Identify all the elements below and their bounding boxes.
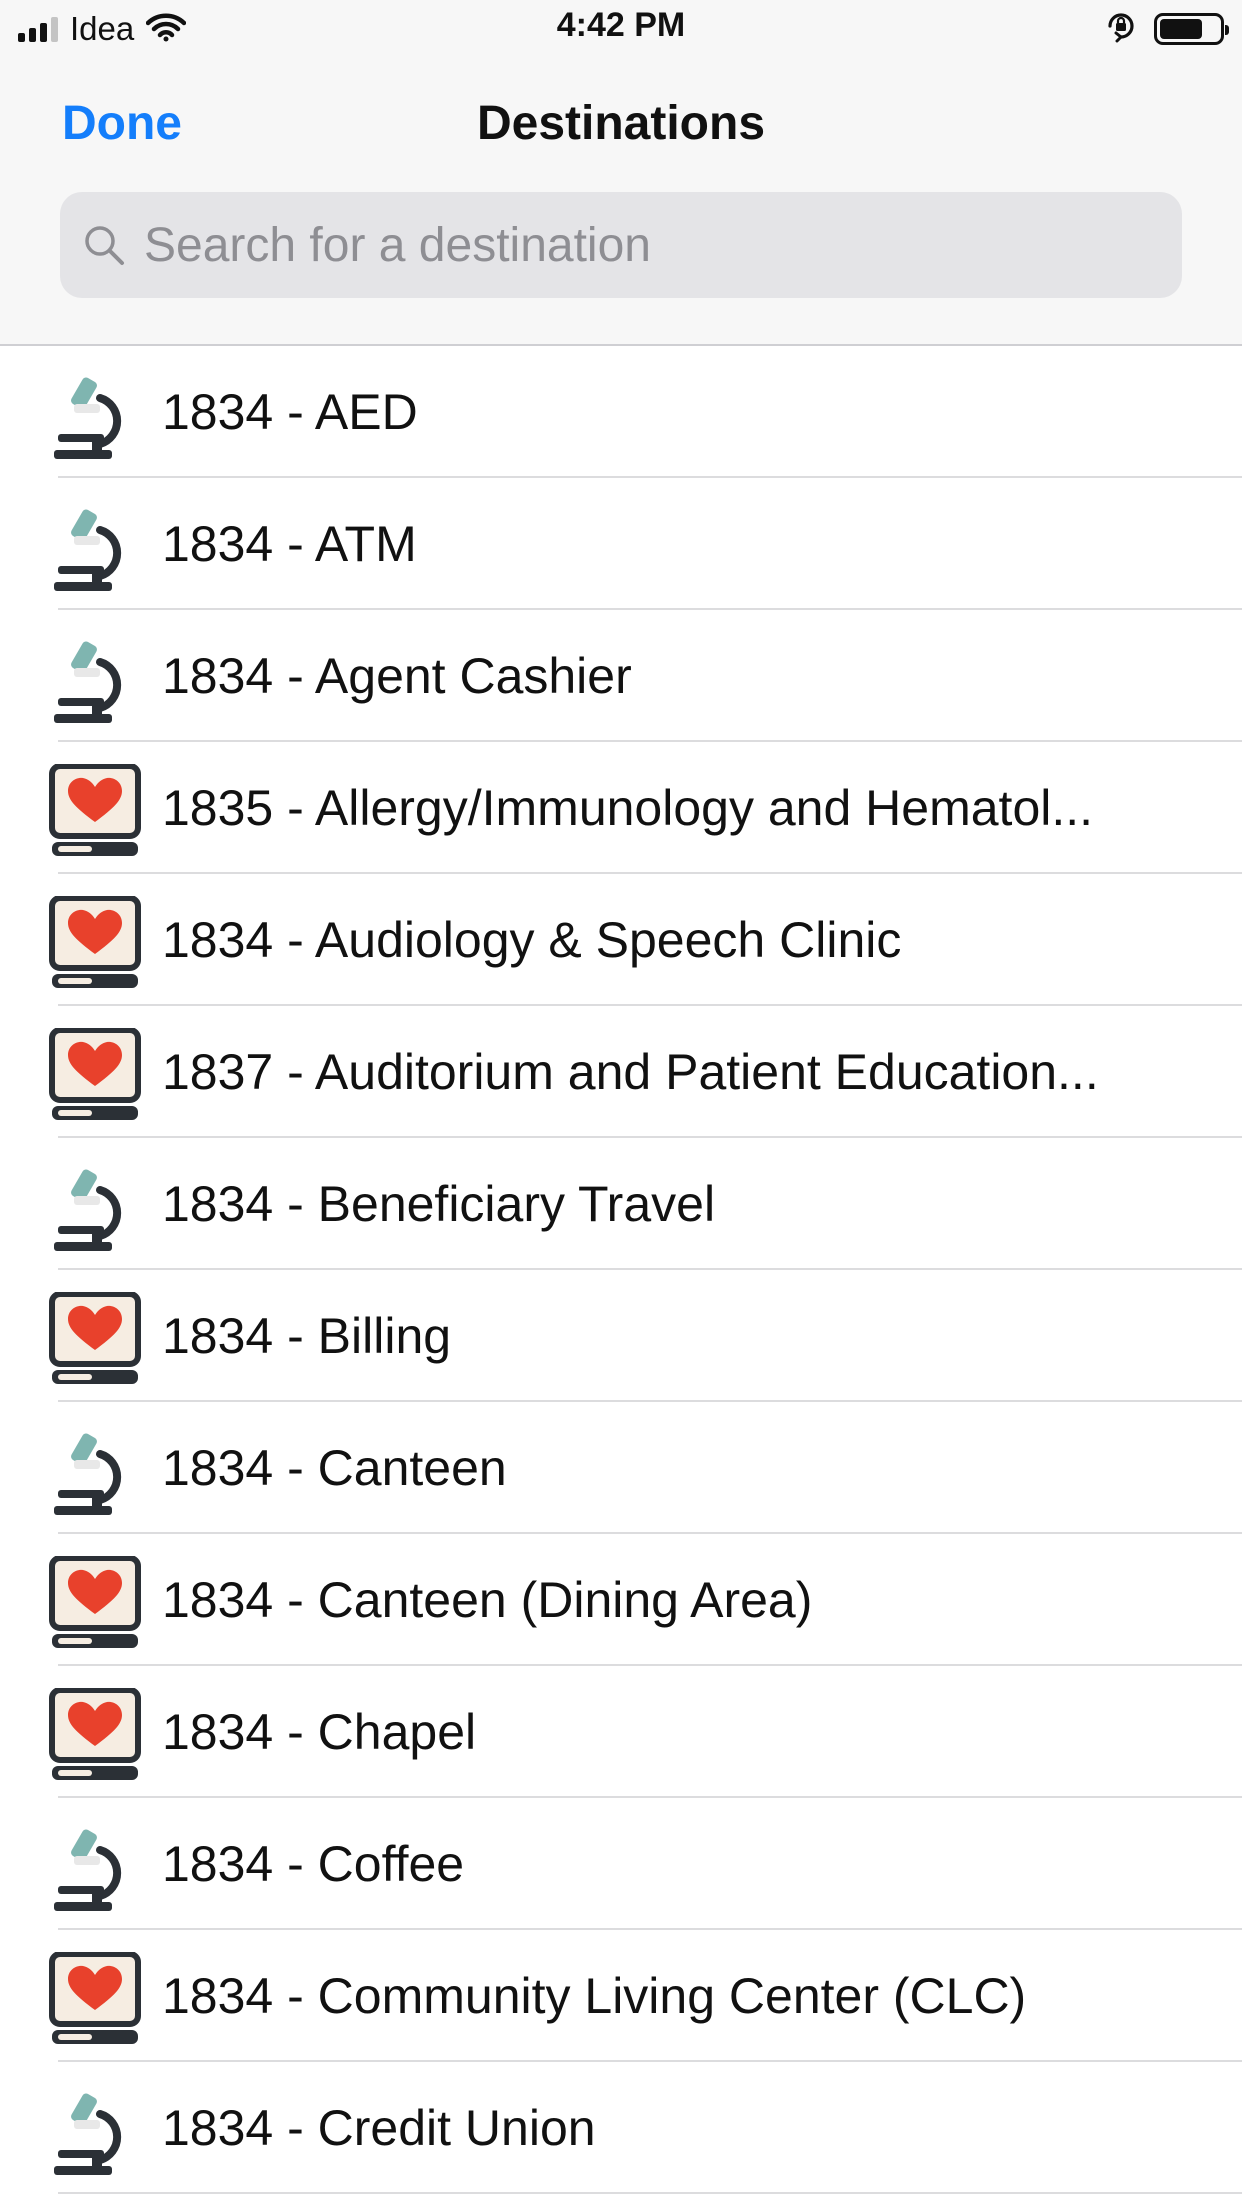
microscope-icon	[48, 1820, 142, 1914]
destination-row[interactable]: 1834 - Chapel	[0, 1666, 1242, 1798]
status-bar: Idea 4:42 PM	[0, 0, 1242, 56]
destination-row[interactable]: 1834 - Audiology & Speech Clinic	[0, 874, 1242, 1006]
microscope-icon	[48, 500, 142, 594]
destination-label: 1837 - Auditorium and Patient Education.…	[162, 1044, 1099, 1100]
destination-label: 1834 - Billing	[162, 1308, 452, 1364]
battery-fill	[1160, 18, 1202, 39]
heart-monitor-icon	[48, 1687, 142, 1782]
heart-monitor-icon	[48, 1555, 142, 1650]
destination-row[interactable]: 1834 - Community Living Center (CLC)	[0, 1930, 1242, 2062]
orientation-lock-icon	[1104, 9, 1138, 48]
destination-row[interactable]: 1834 - Beneficiary Travel	[0, 1138, 1242, 1270]
destination-label: 1834 - Beneficiary Travel	[162, 1176, 716, 1232]
destination-row[interactable]: 1834 - Agent Cashier	[0, 610, 1242, 742]
destination-row[interactable]: 1834 - ATM	[0, 478, 1242, 610]
destination-label: 1834 - AED	[162, 384, 418, 440]
microscope-icon	[48, 1160, 142, 1254]
destination-label: 1835 - Allergy/Immunology and Hematol...	[162, 780, 1094, 836]
destination-label: 1834 - Chapel	[162, 1704, 477, 1760]
destination-row[interactable]: 1834 - Credit Union	[0, 2062, 1242, 2194]
heart-monitor-icon	[48, 895, 142, 990]
search-icon	[82, 223, 126, 267]
status-right	[1104, 9, 1229, 48]
microscope-icon	[48, 2084, 142, 2178]
destination-label: 1834 - Credit Union	[162, 2100, 596, 2156]
microscope-icon	[48, 632, 142, 726]
destination-label: 1834 - Community Living Center (CLC)	[162, 1968, 1027, 2024]
destination-row[interactable]: 1834 - AED	[0, 346, 1242, 478]
microscope-icon	[48, 368, 142, 462]
destination-row[interactable]: 1834 - Canteen (Dining Area)	[0, 1534, 1242, 1666]
done-button[interactable]: Done	[62, 96, 182, 151]
destination-row[interactable]: 1837 - Auditorium and Patient Education.…	[0, 1006, 1242, 1138]
destination-row[interactable]: 1835 - Allergy/Immunology and Hematol...	[0, 742, 1242, 874]
heart-monitor-icon	[48, 1291, 142, 1386]
destination-label: 1834 - Agent Cashier	[162, 648, 632, 704]
destination-label: 1834 - Canteen (Dining Area)	[162, 1572, 813, 1628]
heart-monitor-icon	[48, 763, 142, 858]
search-input[interactable]	[142, 216, 1126, 274]
search-bar[interactable]	[60, 192, 1182, 298]
destination-label: 1834 - Canteen	[162, 1440, 507, 1496]
destinations-list: 1834 - AED 1834 - ATM 1834 - Agent Cashi…	[0, 346, 1242, 2194]
destination-label: 1834 - ATM	[162, 516, 417, 572]
heart-monitor-icon	[48, 1027, 142, 1122]
destination-label: 1834 - Coffee	[162, 1836, 465, 1892]
heart-monitor-icon	[48, 1951, 142, 2046]
navigation-header: Done Destinations	[0, 56, 1242, 346]
status-time: 4:42 PM	[556, 6, 686, 44]
destination-row[interactable]: 1834 - Canteen	[0, 1402, 1242, 1534]
destination-row[interactable]: 1834 - Billing	[0, 1270, 1242, 1402]
destination-label: 1834 - Audiology & Speech Clinic	[162, 912, 902, 968]
battery-nub	[1225, 24, 1229, 35]
destination-row[interactable]: 1834 - Coffee	[0, 1798, 1242, 1930]
battery-icon	[1154, 12, 1229, 45]
page-title: Destinations	[476, 97, 766, 150]
microscope-icon	[48, 1424, 142, 1518]
